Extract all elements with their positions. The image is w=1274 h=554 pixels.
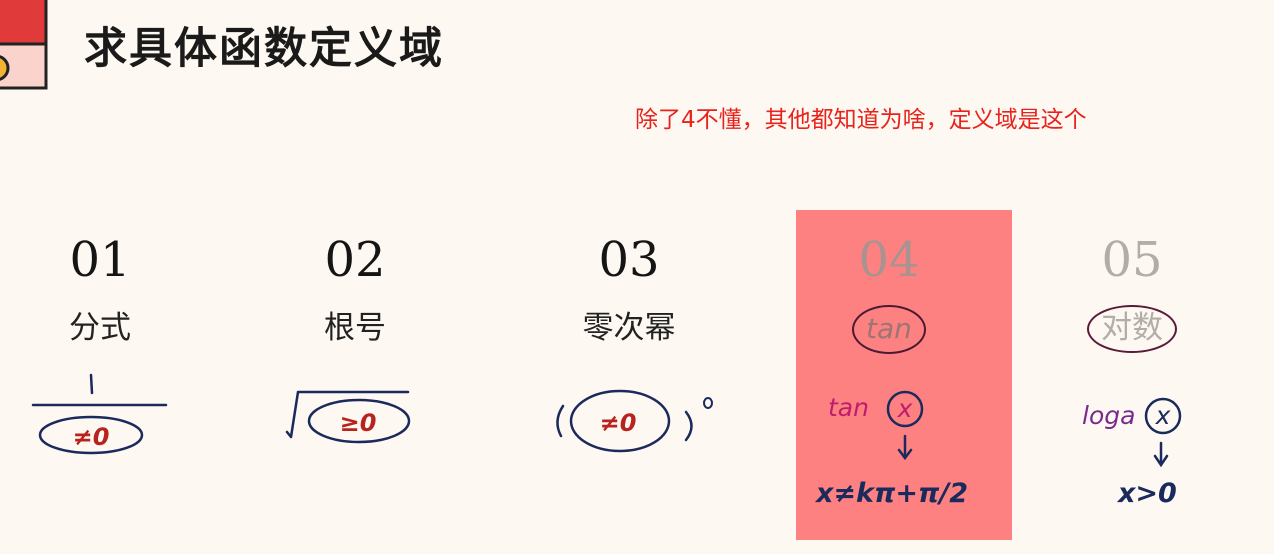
handwritten-annotations: ≠0 ≥0 ≠0 tan x x≠kπ+π/2 loga x x>0 <box>31 373 1182 509</box>
annot-ne-zero: ≠0 <box>600 409 637 437</box>
annot-result: x>0 <box>1116 478 1177 509</box>
log-annotation: loga x x>0 <box>1082 397 1182 509</box>
annot-fn: tan <box>828 393 869 422</box>
fraction-annotation: ≠0 <box>31 373 168 455</box>
annot-fn: loga <box>1082 401 1135 430</box>
tan-annotation: tan x x≠kπ+π/2 <box>814 390 968 509</box>
sqrt-annotation: ≥0 <box>285 390 411 444</box>
zero-power-annotation: ≠0 <box>556 389 713 453</box>
annot-result: x≠kπ+π/2 <box>814 478 968 509</box>
annot-ne-zero: ≠0 <box>73 423 110 451</box>
annot-var: x <box>897 394 913 423</box>
annot-ge-zero: ≥0 <box>340 409 377 437</box>
annot-var: x <box>1155 401 1171 430</box>
